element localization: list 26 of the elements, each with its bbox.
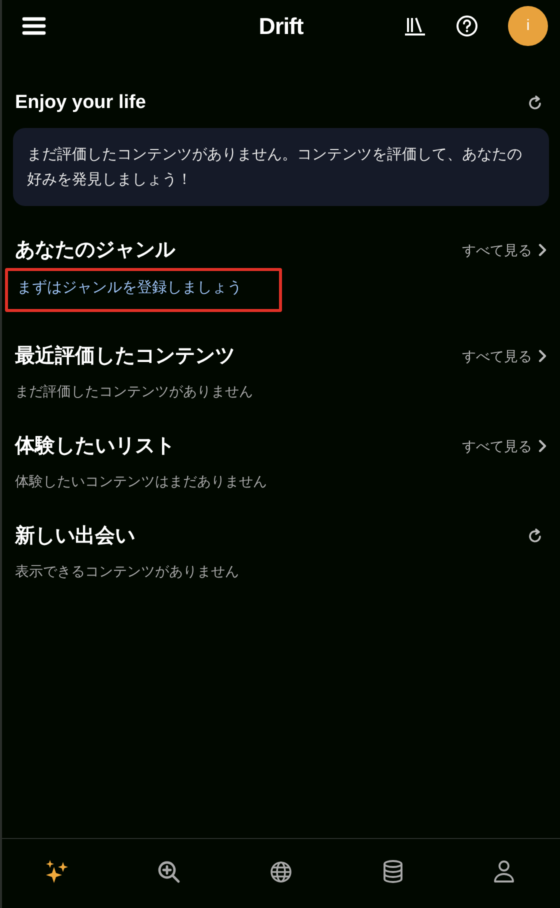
empty-message: まだ評価したコンテンツがありません — [14, 382, 254, 401]
see-all-link[interactable]: すべて見る — [462, 346, 547, 366]
globe-icon[interactable] — [270, 860, 292, 882]
chevron-right-icon — [538, 439, 547, 453]
section-title: 体験したいリスト — [15, 434, 175, 459]
profile-icon[interactable] — [493, 860, 516, 883]
register-genre-link[interactable]: まずはジャンルを登録しましょう — [17, 277, 242, 300]
section-title: 最近評価したコンテンツ — [15, 344, 235, 369]
chevron-right-icon — [538, 243, 547, 257]
see-all-link[interactable]: すべて見る — [462, 436, 547, 456]
section-title: Enjoy your life — [15, 90, 146, 115]
empty-state-card: まだ評価したコンテンツがありません。コンテンツを評価して、あなたの好みを発見しましょう！ — [13, 128, 549, 206]
see-all-link[interactable]: すべて見る — [462, 240, 547, 260]
section-title: 新しい出会い — [15, 524, 135, 549]
empty-message: 表示できるコンテンツがありません — [14, 562, 240, 581]
menu-icon[interactable] — [22, 17, 46, 35]
refresh-icon[interactable] — [527, 528, 543, 544]
database-icon[interactable] — [382, 860, 403, 883]
refresh-icon[interactable] — [527, 95, 543, 111]
section-title: あなたのジャンル — [15, 238, 175, 263]
zoom-in-icon[interactable] — [157, 860, 182, 884]
help-icon[interactable] — [456, 15, 478, 37]
books-icon[interactable] — [404, 16, 426, 36]
app-title: Drift — [258, 12, 304, 41]
empty-message: 体験したいコンテンツはまだありません — [14, 472, 268, 491]
chevron-right-icon — [538, 349, 547, 363]
